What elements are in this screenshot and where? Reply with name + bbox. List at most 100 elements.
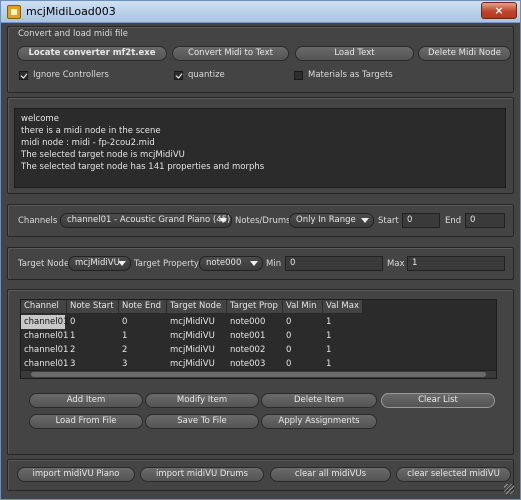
table-row-cell-val-min[interactable]: 0 [283, 357, 291, 371]
delete-item-button[interactable]: Delete Item [261, 393, 377, 408]
log-line: there is a midi node in the scene [21, 126, 161, 136]
channel-dropdown[interactable]: channel01 - Acoustic Grand Piano (45) [60, 213, 232, 228]
table-row-cell-val-max[interactable]: 1 [323, 315, 331, 329]
table-row-cell-target-node[interactable]: mcjMidiVU [167, 343, 215, 357]
column-header-note-start[interactable]: Note Start [67, 300, 119, 314]
convert-midi-button[interactable]: Convert Midi to Text [172, 46, 289, 61]
max-label: Max [387, 259, 405, 269]
target-property-label: Target Property [134, 259, 199, 269]
table-row-cell-channel[interactable]: channel01 [21, 343, 68, 357]
table-row-cell-val-min[interactable]: 0 [283, 315, 291, 329]
notes-drums-label: Notes/Drums [235, 216, 291, 226]
notes-drums-dropdown-value: Only In Range [296, 215, 356, 225]
max-field[interactable]: 1 [407, 256, 505, 271]
table-row-cell-channel[interactable]: channel01 [21, 314, 68, 330]
convert-group-label: Convert and load midi file [18, 29, 128, 39]
app-window: mcjMidiLoad003 × Convert and load midi f… [0, 0, 521, 500]
log-line: The selected target node has 141 propert… [21, 162, 265, 172]
table-row-cell-target-prop[interactable]: note003 [227, 357, 265, 371]
column-header-target-prop[interactable]: Target Prop [227, 300, 283, 314]
ignore-controllers-label: Ignore Controllers [33, 70, 109, 80]
modify-item-button[interactable]: Modify Item [145, 393, 259, 408]
table-row-cell-note-start[interactable]: 0 [67, 315, 75, 329]
materials-as-targets-label: Materials as Targets [308, 70, 393, 80]
table-row-cell-val-min[interactable]: 0 [283, 329, 291, 343]
app-icon [7, 5, 21, 19]
checkbox-box[interactable] [19, 70, 28, 80]
delete-midi-node-button[interactable]: Delete Midi Node [418, 46, 511, 61]
end-field[interactable]: 0 [465, 213, 505, 228]
materials-as-targets-checkbox[interactable]: Materials as Targets [294, 69, 393, 81]
table-row-cell-target-node[interactable]: mcjMidiVU [167, 357, 215, 371]
target-node-dropdown-value: mcjMidiVU [75, 258, 120, 268]
min-field[interactable]: 0 [285, 256, 383, 271]
table-row-cell-note-start[interactable]: 3 [67, 357, 75, 371]
channel-dropdown-value: channel01 - Acoustic Grand Piano (45) [67, 215, 231, 225]
scrollbar-thumb[interactable] [31, 372, 486, 377]
assignments-list[interactable]: Channel Note Start Note End Target Node … [20, 299, 497, 379]
window-title: mcjMidiLoad003 [26, 5, 116, 18]
resize-grip-icon[interactable] [504, 484, 514, 494]
client-area: Convert and load midi file Locate conver… [4, 23, 517, 497]
table-row-cell-note-end[interactable]: 1 [119, 329, 127, 343]
start-field[interactable]: 0 [402, 213, 440, 228]
log-output[interactable]: welcome there is a midi node in the scen… [14, 108, 506, 188]
log-line: The selected target node is mcjMidiVU [21, 150, 185, 160]
end-label: End [445, 216, 462, 226]
channels-label: Channels [18, 216, 58, 226]
chevron-down-icon [250, 261, 258, 266]
table-row-cell-val-min[interactable]: 0 [283, 343, 291, 357]
min-label: Min [266, 259, 282, 269]
checkbox-box[interactable] [294, 70, 303, 80]
target-property-dropdown[interactable]: note000 [199, 256, 263, 271]
ignore-controllers-checkbox[interactable]: Ignore Controllers [19, 69, 109, 81]
import-midivu-drums-button[interactable]: import midiVU Drums [140, 467, 264, 482]
add-item-button[interactable]: Add Item [29, 393, 143, 408]
start-label: Start [378, 216, 399, 226]
log-line: welcome [21, 114, 59, 124]
table-row-cell-channel[interactable]: channel01 [21, 329, 68, 343]
table-row-cell-target-prop[interactable]: note002 [227, 343, 265, 357]
clear-all-midivus-button[interactable]: clear all midiVUs [270, 467, 391, 482]
table-row-cell-channel[interactable]: channel01 [21, 357, 68, 371]
horizontal-scrollbar[interactable] [21, 370, 496, 378]
clear-list-button[interactable]: Clear List [381, 393, 495, 408]
save-to-file-button[interactable]: Save To File [145, 414, 259, 429]
column-header-target-node[interactable]: Target Node [167, 300, 227, 314]
table-row-cell-val-max[interactable]: 1 [323, 357, 331, 371]
quantize-checkbox[interactable]: quantize [174, 69, 225, 81]
chevron-down-icon [219, 218, 227, 223]
apply-assignments-button[interactable]: Apply Assignments [261, 414, 377, 429]
log-line: midi node : midi - fp-2cou2.mid [21, 138, 155, 148]
import-midivu-piano-button[interactable]: import midiVU Piano [17, 467, 135, 482]
load-from-file-button[interactable]: Load From File [29, 414, 143, 429]
table-row-cell-val-max[interactable]: 1 [323, 343, 331, 357]
column-header-channel[interactable]: Channel [21, 300, 67, 314]
chevron-down-icon [361, 218, 369, 223]
target-node-dropdown[interactable]: mcjMidiVU [68, 256, 131, 271]
load-text-button[interactable]: Load Text [295, 46, 414, 61]
table-row-cell-note-start[interactable]: 2 [67, 343, 75, 357]
quantize-label: quantize [188, 70, 225, 80]
column-header-note-end[interactable]: Note End [119, 300, 167, 314]
locate-converter-button[interactable]: Locate converter mf2t.exe [17, 46, 167, 61]
chevron-down-icon [118, 261, 126, 266]
clear-selected-midivu-button[interactable]: clear selected midiVU [396, 467, 511, 482]
table-row-cell-target-prop[interactable]: note001 [227, 329, 265, 343]
notes-drums-dropdown[interactable]: Only In Range [289, 213, 374, 228]
table-row-cell-note-end[interactable]: 0 [119, 315, 127, 329]
title-bar[interactable]: mcjMidiLoad003 × [1, 1, 520, 23]
close-button[interactable]: × [481, 2, 517, 19]
table-row-cell-val-max[interactable]: 1 [323, 329, 331, 343]
column-header-val-min[interactable]: Val Min [283, 300, 323, 314]
column-header-val-max[interactable]: Val Max [323, 300, 363, 314]
checkbox-box[interactable] [174, 70, 183, 80]
table-row-cell-target-node[interactable]: mcjMidiVU [167, 329, 215, 343]
target-property-dropdown-value: note000 [206, 258, 242, 268]
target-node-label: Target Node [18, 259, 70, 269]
table-row-cell-target-prop[interactable]: note000 [227, 315, 265, 329]
table-row-cell-note-start[interactable]: 1 [67, 329, 75, 343]
table-row-cell-target-node[interactable]: mcjMidiVU [167, 315, 215, 329]
table-row-cell-note-end[interactable]: 2 [119, 343, 127, 357]
table-row-cell-note-end[interactable]: 3 [119, 357, 127, 371]
